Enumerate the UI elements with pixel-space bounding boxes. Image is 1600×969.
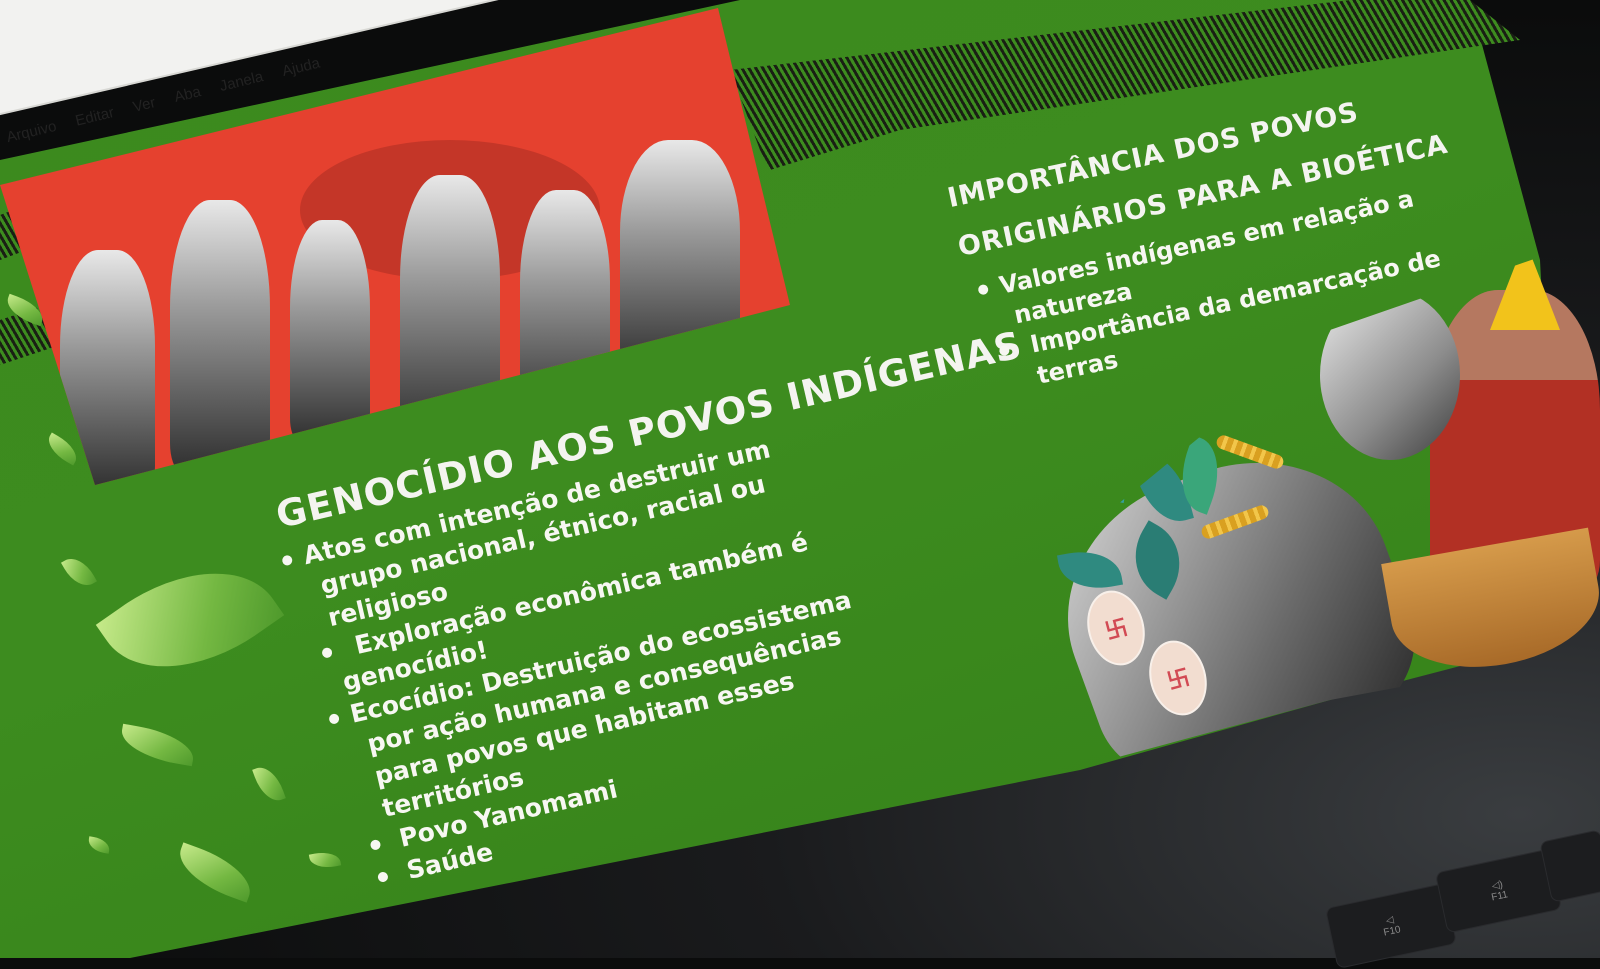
key-f10[interactable]: ◁ F10 [1324, 882, 1458, 969]
keyboard: ◁ F10 ◁) F11 [0, 0, 1600, 969]
